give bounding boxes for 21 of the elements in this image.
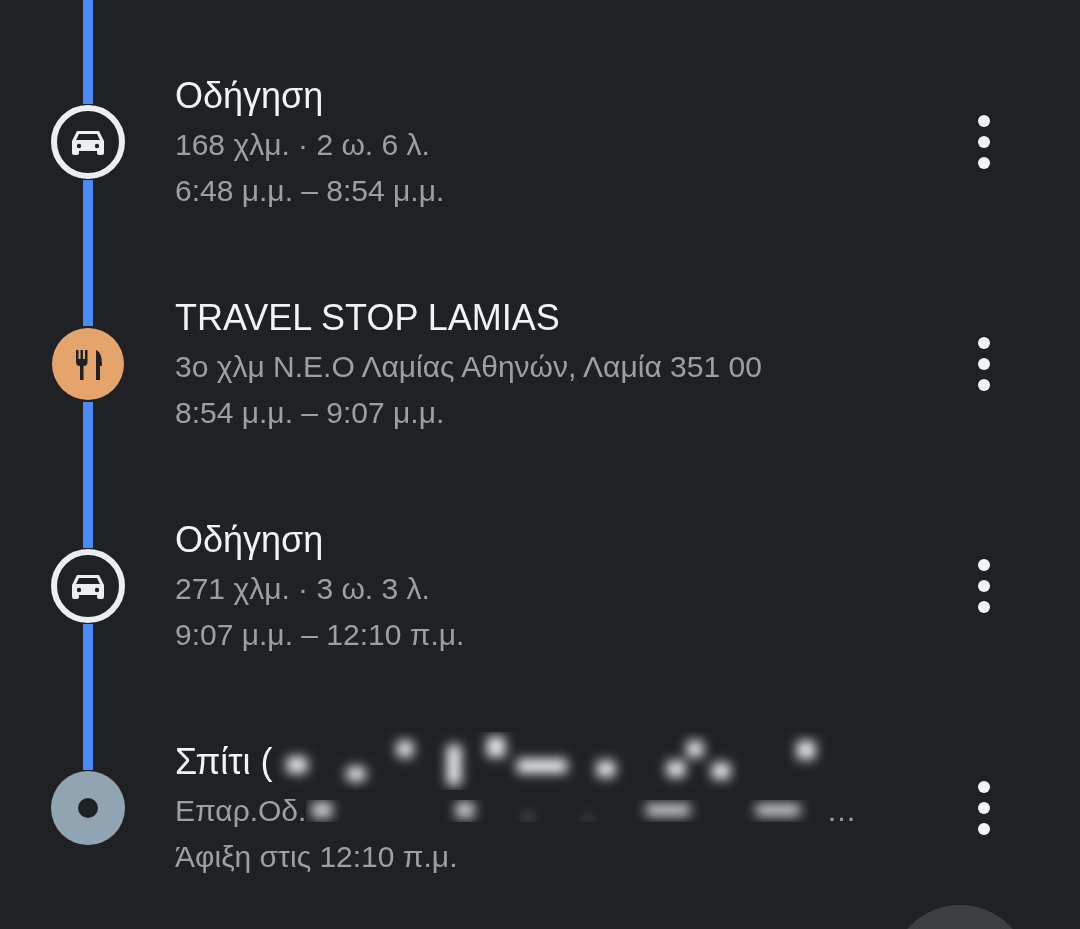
step-detail: 9:07 μ.μ. – 12:10 π.μ. bbox=[175, 617, 466, 653]
step-title: TRAVEL STOP LAMIAS bbox=[175, 297, 560, 339]
step-title: Σπίτι ( bbox=[175, 741, 273, 783]
more-vert-icon bbox=[977, 558, 991, 614]
destination-pin-icon bbox=[49, 770, 126, 846]
car-icon bbox=[49, 104, 126, 180]
more-vert-icon bbox=[977, 780, 991, 836]
fork-knife-icon bbox=[49, 326, 126, 402]
car-icon bbox=[49, 548, 126, 624]
ellipsis-text: … bbox=[826, 793, 857, 829]
step-detail: 6:48 μ.μ. – 8:54 μ.μ. bbox=[175, 173, 446, 209]
more-vert-icon bbox=[977, 336, 991, 392]
address-text: Επαρ.Οδ. bbox=[175, 793, 307, 829]
step-detail: 168 χλμ. · 2 ω. 6 λ. bbox=[175, 127, 431, 163]
more-vert-icon bbox=[977, 114, 991, 170]
step-title: Οδήγηση bbox=[175, 75, 324, 117]
step-detail: 271 χλμ. · 3 ω. 3 λ. bbox=[175, 571, 431, 607]
step-title: Οδήγηση bbox=[175, 519, 324, 561]
step-detail: 8:54 μ.μ. – 9:07 μ.μ. bbox=[175, 395, 446, 431]
step-detail: Άφιξη στις 12:10 π.μ. bbox=[175, 839, 459, 875]
step-detail: 3ο χλμ Ν.Ε.Ο Λαμίας Αθηνών, Λαμία 351 00 bbox=[175, 349, 763, 385]
